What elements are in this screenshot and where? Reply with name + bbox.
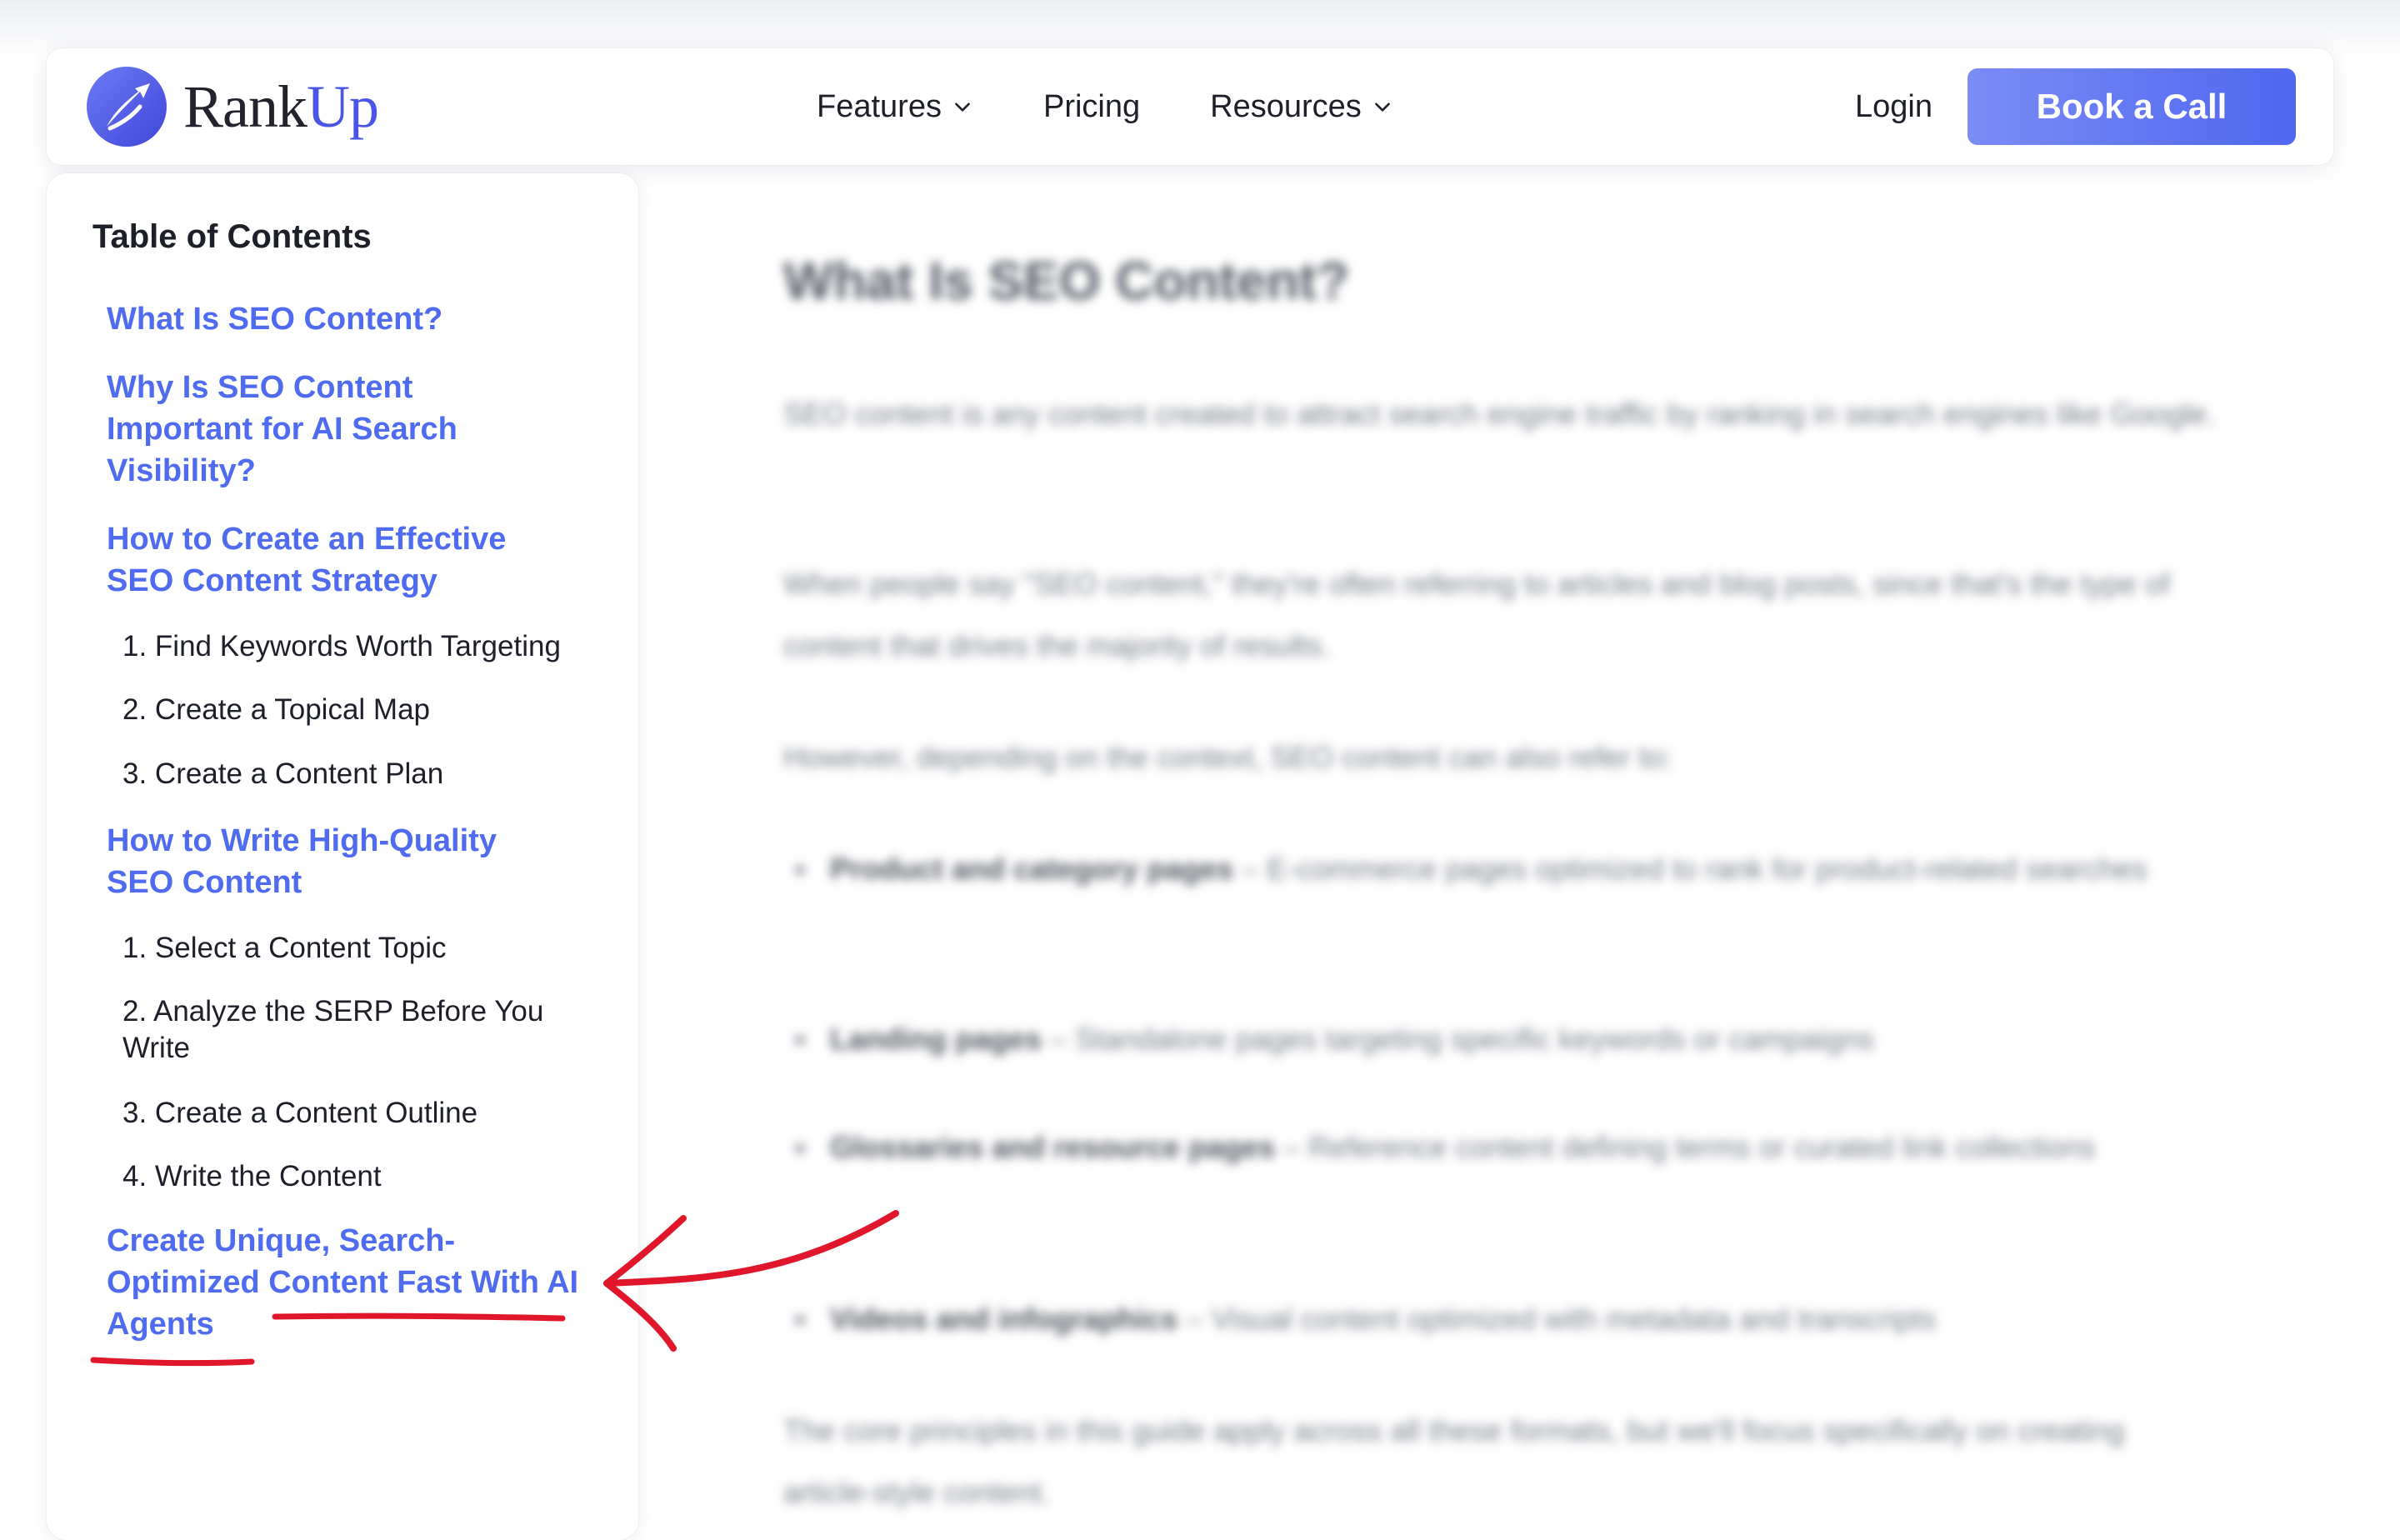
bullet-dot <box>795 865 805 875</box>
toc-subitem-content-plan[interactable]: 3. Create a Content Plan <box>122 756 589 792</box>
article-bullet: Glossaries and resource pages – Referenc… <box>783 1117 2217 1178</box>
toc-item-create-seo-content-strategy[interactable]: How to Create an Effective SEO Content S… <box>107 518 573 602</box>
bullet-dot <box>795 1035 805 1045</box>
toc-subitem-content-outline[interactable]: 3. Create a Content Outline <box>122 1095 589 1132</box>
toc-item-why-seo-content-important[interactable]: Why Is SEO Content Important for AI Sear… <box>107 367 540 492</box>
toc-title: Table of Contents <box>92 218 372 255</box>
book-a-call-button[interactable]: Book a Call <box>1968 68 2296 145</box>
article-bullet: Videos and infographics – Visual content… <box>783 1288 2217 1350</box>
bullet-dot <box>795 1315 805 1325</box>
nav-features[interactable]: Features <box>817 89 973 125</box>
toc-subitem-write-content[interactable]: 4. Write the Content <box>122 1158 589 1195</box>
bullet-dot <box>795 1143 805 1153</box>
toc-subitem-analyze-serp[interactable]: 2. Analyze the SERP Before You Write <box>122 993 556 1067</box>
main-nav: Features Pricing Resources <box>817 48 1393 165</box>
toc-item-what-is-seo-content[interactable]: What Is SEO Content? <box>107 298 598 340</box>
article-bullet: Landing pages – Standalone pages targeti… <box>783 1008 2217 1070</box>
toc-item-create-content-with-ai-agents[interactable]: Create Unique, Search-Optimized Content … <box>107 1220 598 1345</box>
toc-subitem-topical-map[interactable]: 2. Create a Topical Map <box>122 692 589 728</box>
nav-resources[interactable]: Resources <box>1210 89 1393 125</box>
nav-features-label: Features <box>817 88 942 124</box>
article-paragraph: The core principles in this guide apply … <box>783 1413 2125 1509</box>
toc-subitem-find-keywords[interactable]: 1. Find Keywords Worth Targeting <box>122 628 589 665</box>
chevron-down-icon <box>955 102 970 112</box>
article-heading: What Is SEO Content? <box>783 251 1350 311</box>
nav-resources-label: Resources <box>1210 88 1362 124</box>
site-header: RankUp Features Pricing Resources Login … <box>47 48 2333 165</box>
article-paragraph: When people say "SEO content," they're o… <box>783 567 2171 662</box>
table-of-contents: Table of Contents What Is SEO Content? W… <box>47 173 638 1540</box>
login-link[interactable]: Login <box>1855 48 1932 165</box>
nav-pricing-label: Pricing <box>1042 88 1141 124</box>
article-paragraph: SEO content is any content created to at… <box>783 397 2216 431</box>
chevron-down-icon <box>1374 102 1390 112</box>
nav-pricing[interactable]: Pricing <box>1043 89 1140 125</box>
article-paragraph: However, depending on the context, SEO c… <box>783 740 1672 774</box>
toc-item-write-high-quality-content[interactable]: How to Write High-Quality SEO Content <box>107 820 557 903</box>
article-bullet: Product and category pages – E-commerce … <box>783 838 2217 900</box>
toc-subitem-select-topic[interactable]: 1. Select a Content Topic <box>122 930 589 967</box>
brand-wordmark: RankUp <box>183 73 379 140</box>
brand-logo[interactable]: RankUp <box>85 65 379 148</box>
rankup-star-logo-icon <box>87 67 167 147</box>
